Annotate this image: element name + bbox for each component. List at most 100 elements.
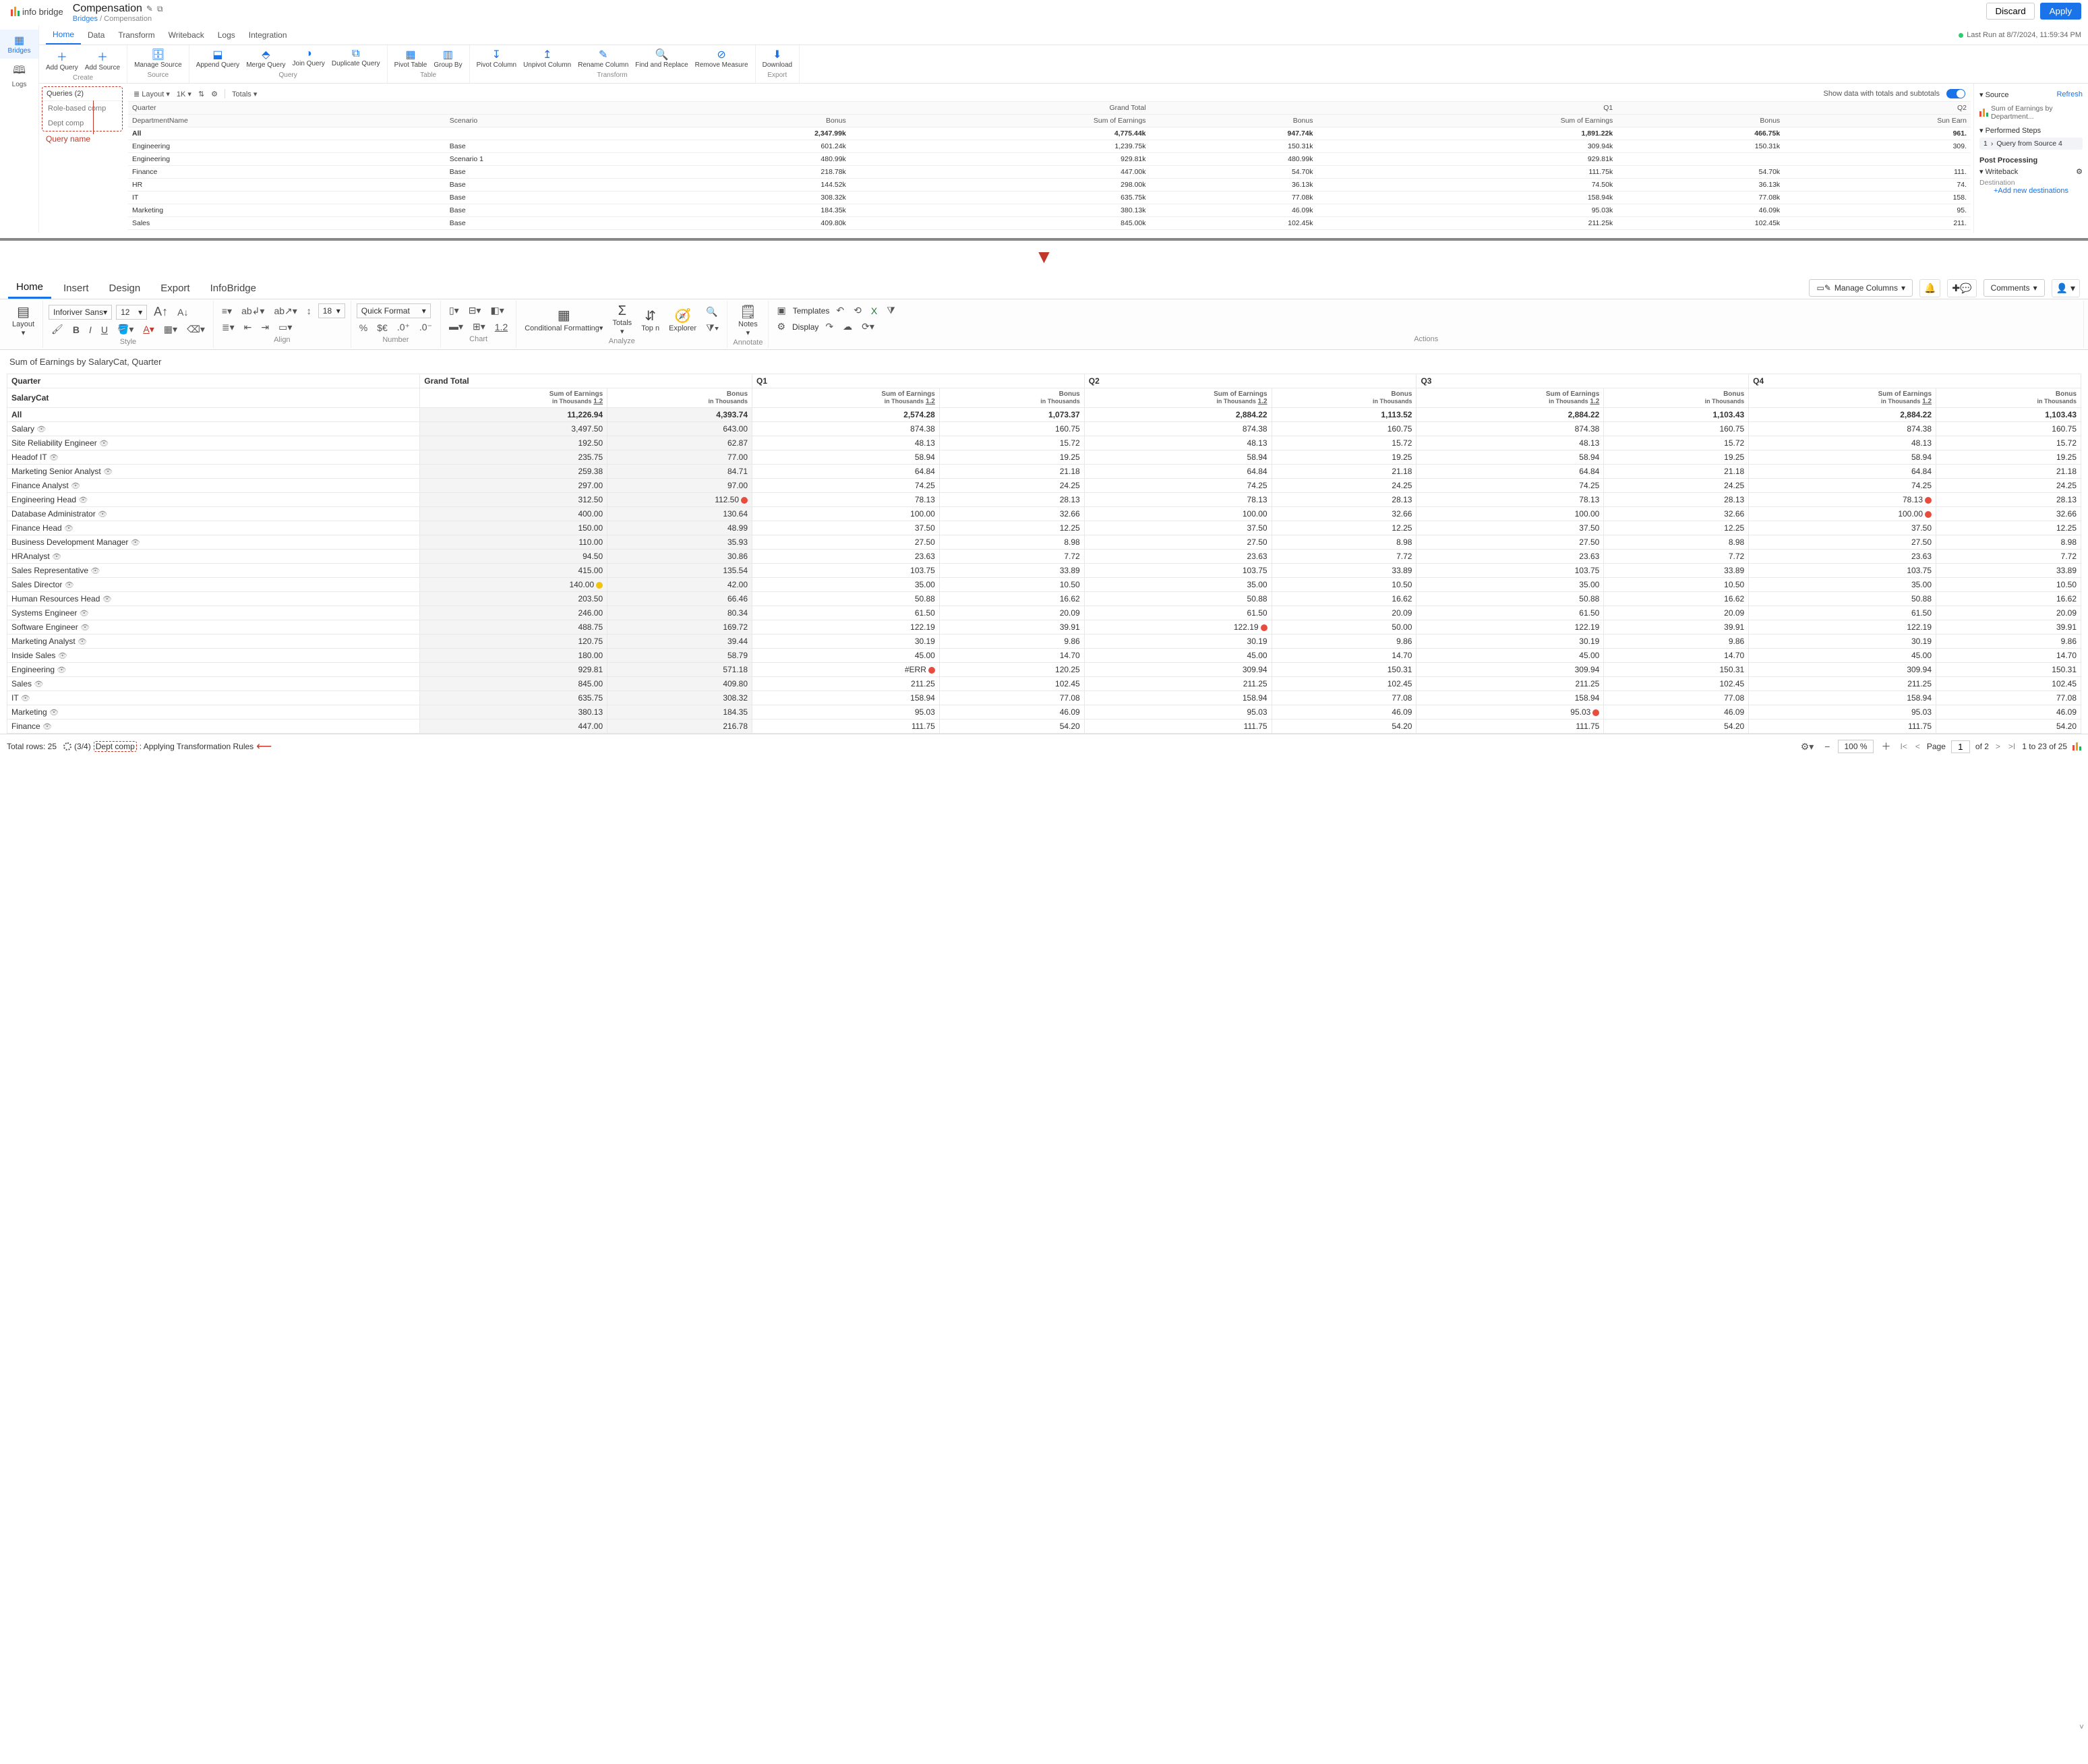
pivot-row[interactable]: HRAnalyst 👁94.5030.8623.637.7223.637.722… xyxy=(7,550,2081,564)
find-replace-button[interactable]: 🔍Find and Replace xyxy=(632,47,690,70)
eye-icon[interactable]: 👁 xyxy=(78,496,88,504)
eye-icon[interactable]: 👁 xyxy=(99,440,109,448)
append-query-button[interactable]: ⬓Append Query xyxy=(193,47,243,70)
eye-icon[interactable]: 👁 xyxy=(78,638,87,646)
fill-color-icon[interactable]: 🪣▾ xyxy=(115,322,136,336)
query-item-1[interactable]: Dept comp xyxy=(42,116,122,131)
remove-measure-button[interactable]: ⊘Remove Measure xyxy=(692,47,751,70)
rail-logs[interactable]: 🕮Logs xyxy=(0,59,38,92)
btab-infobridge[interactable]: InfoBridge xyxy=(202,278,264,298)
filter2-icon[interactable]: ⧩ xyxy=(884,303,898,318)
duplicate-query-button[interactable]: ⧉Duplicate Query xyxy=(329,47,383,70)
excel-icon[interactable]: X xyxy=(868,304,880,318)
size-select[interactable]: 12▾ xyxy=(116,305,147,320)
borders-icon[interactable]: ▦▾ xyxy=(161,322,180,336)
pivot-row[interactable]: Sales Representative 👁415.00135.54103.75… xyxy=(7,564,2081,578)
eye-icon[interactable]: 👁 xyxy=(90,567,100,575)
pivot-row[interactable]: Business Development Manager 👁110.0035.9… xyxy=(7,535,2081,550)
manage-source-button[interactable]: 🗄Manage Source xyxy=(131,47,185,70)
eye-icon[interactable]: 👁 xyxy=(42,723,52,731)
tab-writeback[interactable]: Writeback xyxy=(162,26,211,44)
pivot-column-button[interactable]: ↧Pivot Column xyxy=(474,47,519,70)
eye-icon[interactable]: 👁 xyxy=(98,510,107,519)
eye-icon[interactable]: 👁 xyxy=(131,539,140,547)
tab-logs[interactable]: Logs xyxy=(211,26,242,44)
percent-icon[interactable]: % xyxy=(357,321,370,334)
edit-icon[interactable]: ✎ xyxy=(146,4,153,13)
outdent-icon[interactable]: ⇤ xyxy=(241,320,255,334)
last-page-icon[interactable]: >I xyxy=(2007,742,2017,751)
pivot-row[interactable]: Sales 👁845.00409.80211.25102.45211.25102… xyxy=(7,677,2081,691)
pivot-row[interactable]: Database Administrator 👁400.00130.64100.… xyxy=(7,507,2081,521)
pivot-row[interactable]: Site Reliability Engineer 👁192.5062.8748… xyxy=(7,436,2081,450)
valign-icon[interactable]: ≣▾ xyxy=(219,320,237,334)
query-item-0[interactable]: Role-based comp xyxy=(42,101,122,116)
indent-select[interactable]: 18▾ xyxy=(318,303,345,318)
group-by-button[interactable]: ▥Group By xyxy=(431,47,465,70)
pivot-row[interactable]: Finance Analyst 👁297.0097.0074.2524.2574… xyxy=(7,479,2081,493)
totals-button[interactable]: ΣTotals▾ xyxy=(609,303,634,336)
rail-bridges[interactable]: ▦Bridges xyxy=(0,30,38,59)
decrease-font-icon[interactable]: A↓ xyxy=(175,305,191,319)
btab-export[interactable]: Export xyxy=(152,278,198,298)
prev-page-icon[interactable]: < xyxy=(1914,742,1921,751)
font-color-icon[interactable]: A▾ xyxy=(140,322,156,336)
download-button[interactable]: ⬇Download xyxy=(760,47,795,70)
bell-icon[interactable]: 🔔 xyxy=(1919,279,1940,297)
zoom-out-icon[interactable]: − xyxy=(1822,740,1832,753)
eye-icon[interactable]: 👁 xyxy=(102,595,112,604)
pivot-all-row[interactable]: All 11,226.944,393.742,574.281,073.372,8… xyxy=(7,408,2081,422)
merge-query-button[interactable]: ⬘Merge Query xyxy=(243,47,288,70)
add-source-button[interactable]: ＋Add Source xyxy=(82,47,123,73)
pivot-row[interactable]: Salary 👁3,497.50643.00874.38160.75874.38… xyxy=(7,422,2081,436)
topn-button[interactable]: ⇵Top n xyxy=(638,307,662,332)
bold-icon[interactable]: B xyxy=(70,323,82,336)
grid-row[interactable]: FinanceBase218.78k447.00k54.70k111.75k54… xyxy=(128,166,1971,179)
tab-integration[interactable]: Integration xyxy=(242,26,294,44)
btab-insert[interactable]: Insert xyxy=(55,278,97,298)
chart-axis-icon[interactable]: ⊟▾ xyxy=(466,303,484,318)
page-input[interactable] xyxy=(1951,740,1970,753)
eye-icon[interactable]: 👁 xyxy=(36,425,46,434)
redo-icon[interactable]: ↷ xyxy=(823,320,836,334)
eye-icon[interactable]: 👁 xyxy=(65,581,74,589)
discard-button[interactable]: Discard xyxy=(1986,3,2034,20)
pivot-row[interactable]: Software Engineer 👁488.75169.72122.1939.… xyxy=(7,620,2081,635)
pivot-row[interactable]: Marketing 👁380.13184.3595.0346.0995.0346… xyxy=(7,705,2081,719)
decrease-decimal-icon[interactable]: .0⁻ xyxy=(417,320,435,334)
eye-icon[interactable]: 👁 xyxy=(57,666,66,674)
format-painter-icon[interactable]: 🖌 xyxy=(49,322,66,336)
pivot-row[interactable]: Human Resources Head 👁203.5066.4650.8816… xyxy=(7,592,2081,606)
pivot-row[interactable]: Marketing Senior Analyst 👁259.3884.7164.… xyxy=(7,465,2081,479)
grid-row[interactable]: MarketingBase184.35k380.13k46.09k95.03k4… xyxy=(128,204,1971,217)
apply-button[interactable]: Apply xyxy=(2040,3,2081,20)
tab-home[interactable]: Home xyxy=(46,26,81,45)
comment-add-icon[interactable]: ✚💬 xyxy=(1947,279,1976,297)
zoom-in-icon[interactable]: ＋ xyxy=(1879,738,1894,755)
undo-icon[interactable]: ↶ xyxy=(833,303,847,318)
chart-scale-icon[interactable]: ⊞▾ xyxy=(470,320,488,334)
eye-icon[interactable]: 👁 xyxy=(49,709,59,717)
conditional-formatting-button[interactable]: ▦Conditional Formatting▾ xyxy=(522,307,605,332)
unpivot-column-button[interactable]: ↥Unpivot Column xyxy=(520,47,574,70)
display-icon[interactable]: ⚙ xyxy=(774,320,788,334)
eye-icon[interactable]: 👁 xyxy=(58,652,67,660)
eye-icon[interactable]: 👁 xyxy=(52,553,61,561)
wrap-icon[interactable]: ab↲▾ xyxy=(239,304,267,318)
tab-transform[interactable]: Transform xyxy=(111,26,161,44)
grid-row[interactable]: EngineeringScenario 1480.99k929.81k480.9… xyxy=(128,153,1971,166)
settings-icon[interactable]: ⚙▾ xyxy=(1798,740,1817,754)
totals-toggle[interactable] xyxy=(1946,89,1965,98)
cloud-icon[interactable]: ☁ xyxy=(840,320,855,334)
breadcrumb-link[interactable]: Bridges xyxy=(73,15,98,23)
eye-icon[interactable]: 👁 xyxy=(64,525,73,533)
templates-icon[interactable]: ▣ xyxy=(774,303,788,318)
pivot-row[interactable]: Finance 👁447.00216.78111.7554.20111.7554… xyxy=(7,719,2081,734)
rowlimit-dropdown[interactable]: 1K ▾ xyxy=(177,90,191,98)
pivot-row[interactable]: Engineering 👁929.81571.18#ERR120.25309.9… xyxy=(7,663,2081,677)
search-icon[interactable]: 🔍 xyxy=(703,305,721,319)
increase-font-icon[interactable]: A↑ xyxy=(151,303,171,320)
grid-row[interactable]: SalesBase409.80k845.00k102.45k211.25k102… xyxy=(128,217,1971,230)
btab-home[interactable]: Home xyxy=(8,277,51,299)
italic-icon[interactable]: I xyxy=(86,323,94,336)
